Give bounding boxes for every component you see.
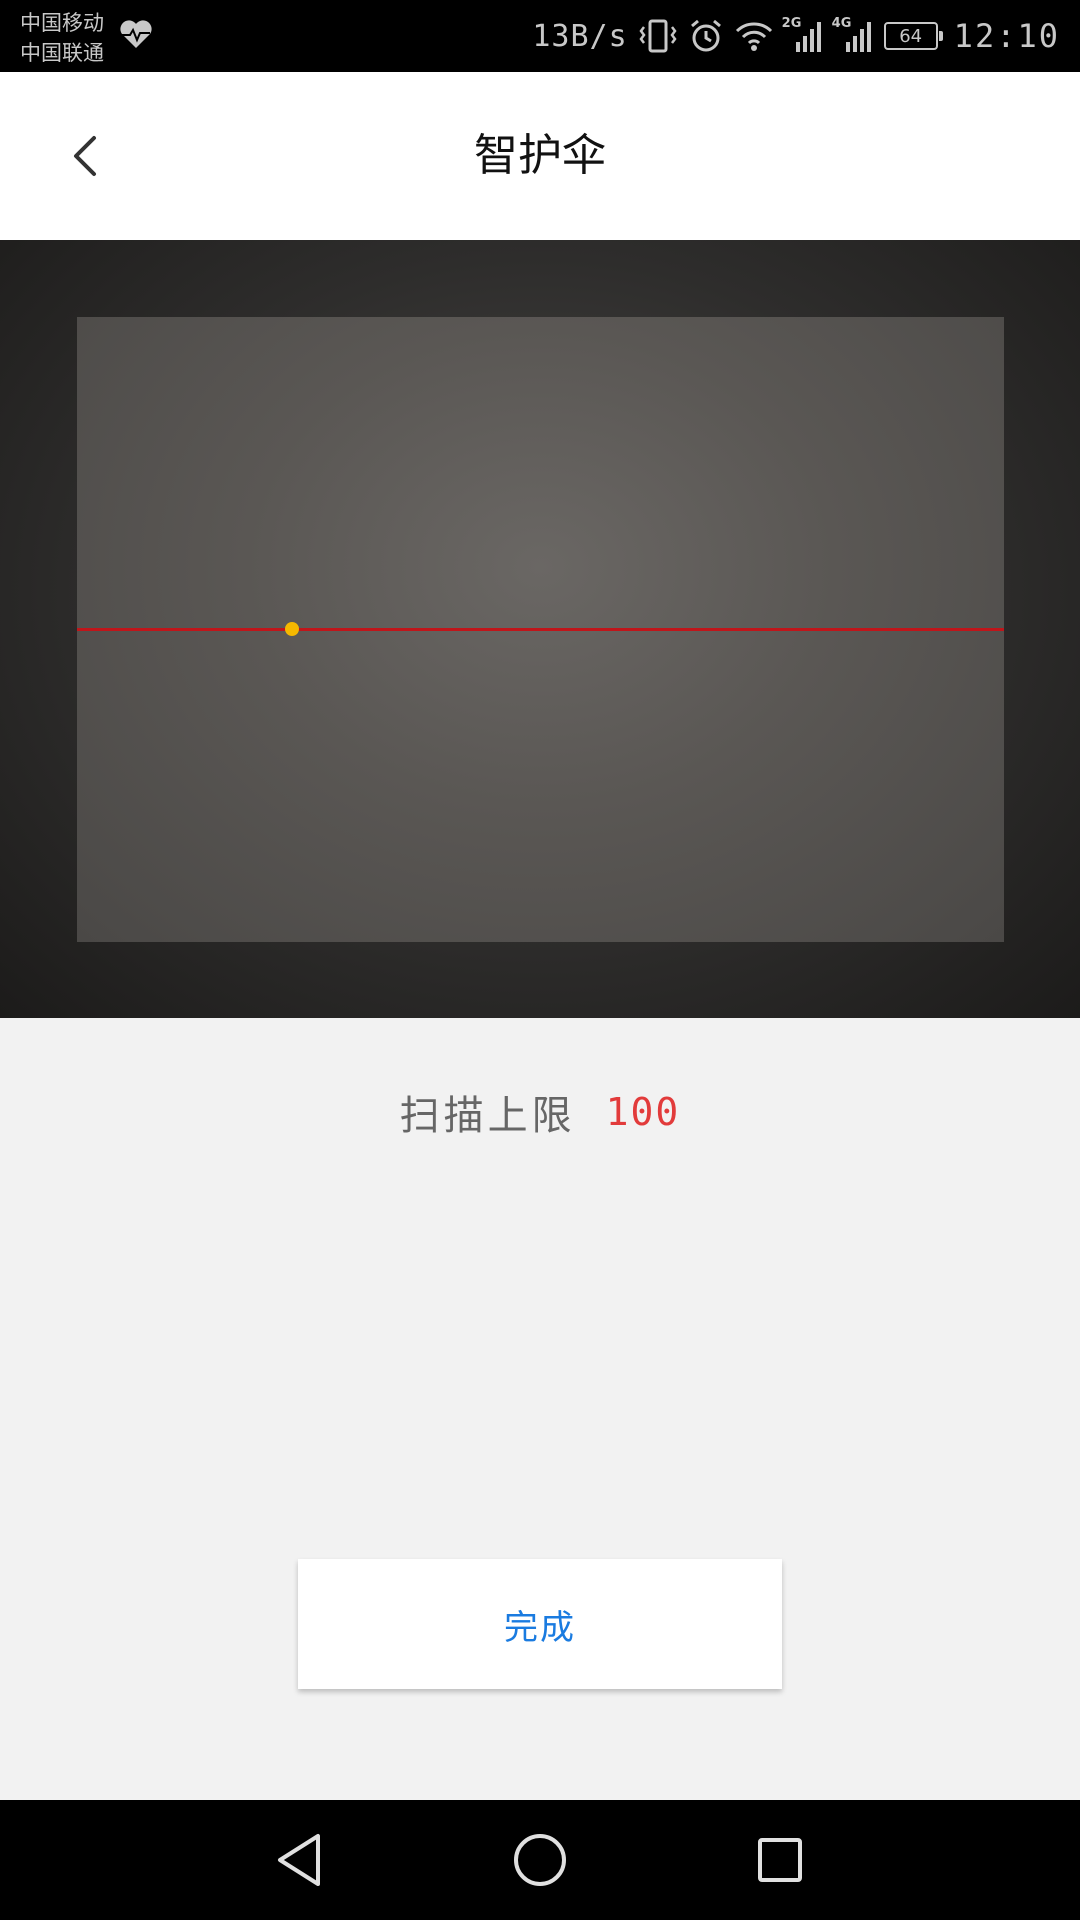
circle-home-icon [514,1834,566,1886]
navigation-bar [0,1800,1080,1920]
vibrate-icon [639,19,677,53]
done-button-label: 完成 [504,1607,576,1648]
scan-line [77,628,1004,631]
net-speed: 13B/s [532,18,628,54]
done-button[interactable]: 完成 [298,1559,782,1689]
back-button[interactable] [50,120,122,192]
title-bar: 智护伞 [0,72,1080,240]
battery-indicator: 64 [883,22,943,50]
nav-home-button[interactable] [508,1828,572,1892]
network-2-tag: 4G [831,16,852,31]
nav-back-button[interactable] [268,1828,332,1892]
triangle-back-icon [278,1834,320,1886]
heart-pulse-icon [120,20,152,48]
clock: 12:10 [953,17,1060,55]
chevron-left-icon [74,136,96,176]
scan-dot [285,622,299,636]
nav-recents-button[interactable] [748,1828,812,1892]
camera-preview [0,240,1080,1018]
status-bar: 中国移动 中国联通 13B/s 2G 4G 64 12:10 [0,0,1080,72]
network-2: 4G [831,16,874,54]
carrier-2: 中国联通 [20,41,104,65]
scan-limit-label: 扫描上限 [399,1093,576,1139]
network-1: 2G [781,16,824,54]
carrier-1: 中国移动 [20,11,104,35]
scan-limit-value[interactable]: 100 [606,1090,681,1134]
wifi-icon [735,22,772,51]
carrier-labels: 中国移动 中国联通 [20,8,104,68]
network-1-tag: 2G [781,16,802,31]
status-indicators: 13B/s 2G 4G 64 12:10 [532,0,1060,72]
page-title: 智护伞 [474,130,606,181]
battery-level: 64 [899,25,923,47]
scan-frame [77,317,1004,942]
alarm-icon [690,19,721,52]
scan-limit: 扫描上限 100 [0,1080,1080,1144]
square-recents-icon [758,1838,802,1882]
